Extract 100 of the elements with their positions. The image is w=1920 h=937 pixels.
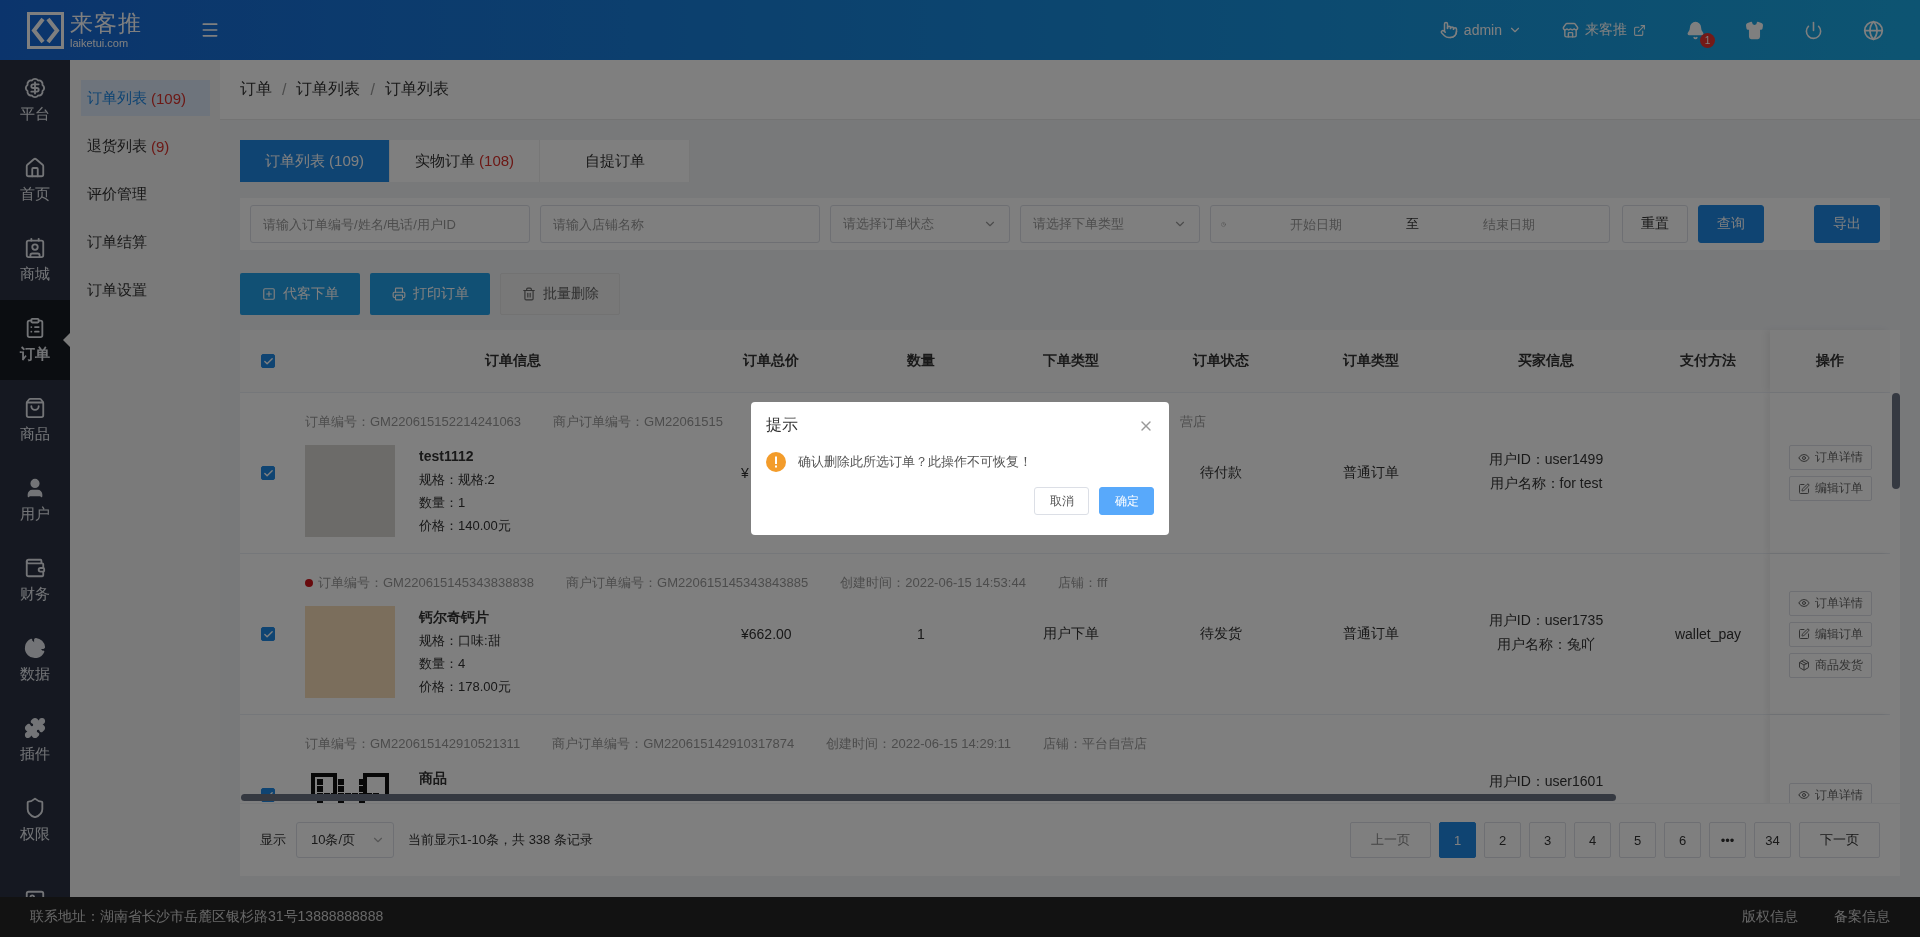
column-header: 订单信息	[483, 351, 542, 370]
power-button[interactable]	[1804, 20, 1823, 40]
contact-address: 联系地址：湖南省长沙市岳麓区银杉路31号13888888888	[30, 908, 384, 926]
logo-subtitle: laiketui.com	[70, 37, 130, 49]
horizontal-scrollbar[interactable]	[241, 794, 1616, 801]
rail-item[interactable]: 商品	[0, 380, 70, 460]
page-button[interactable]: 1	[1439, 822, 1476, 858]
menu-button[interactable]	[200, 20, 220, 40]
page-button[interactable]: 4	[1574, 822, 1611, 858]
column-header: 订单状态	[1191, 351, 1250, 370]
page-button[interactable]: 2	[1484, 822, 1521, 858]
payment-cell-text: wallet_pay	[1673, 626, 1743, 642]
clipboard-icon	[24, 316, 46, 339]
rail-item[interactable]: 权限	[0, 780, 70, 860]
page-size-label: 显示	[260, 831, 286, 849]
dollar-badge-icon	[24, 76, 46, 99]
product-name: 钙尔奇钙片	[419, 608, 490, 627]
quantity-cell-text: 1	[916, 626, 926, 642]
home-icon	[24, 156, 46, 179]
rail-item[interactable]: 平台	[0, 60, 70, 140]
rail-item[interactable]: 用户	[0, 460, 70, 540]
check-icon	[262, 355, 274, 367]
export-button[interactable]: 导出	[1814, 205, 1880, 243]
tab[interactable]: 订单列表 (109)	[240, 140, 390, 182]
page-button[interactable]: 6	[1664, 822, 1701, 858]
submenu-item[interactable]: 评价管理	[81, 176, 210, 212]
action-button[interactable]: 代客下单	[240, 273, 360, 315]
page-button[interactable]: 5	[1619, 822, 1656, 858]
printer-icon	[391, 287, 406, 301]
product-detail: 价格：140.00元	[419, 517, 511, 535]
shield-icon	[24, 796, 46, 819]
rail-item[interactable]: 财务	[0, 540, 70, 620]
order-type-cell-text: 普通订单	[1342, 464, 1400, 482]
rail-item[interactable]: 订单	[0, 300, 70, 380]
shirt-button[interactable]	[1745, 20, 1764, 40]
action-button[interactable]: 批量删除	[500, 273, 620, 315]
records-summary: 当前显示1-10条，共 338 条记录	[408, 831, 593, 849]
language-button[interactable]	[1863, 19, 1884, 41]
search-button[interactable]: 查询	[1698, 205, 1764, 243]
tab[interactable]: 实物订单 (108)	[390, 140, 540, 182]
row-action-button[interactable]: 商品发货	[1788, 652, 1872, 678]
buyer-info: 用户名称：for test	[1489, 475, 1603, 493]
page-button[interactable]: 34	[1754, 822, 1791, 858]
breadcrumb-link[interactable]: 订单列表	[384, 79, 449, 100]
edit-icon	[1797, 628, 1810, 640]
status-cell-text: 待发货	[1199, 625, 1243, 643]
plus-square-icon	[261, 287, 276, 301]
submenu-item[interactable]: 订单列表 (109)	[81, 80, 210, 116]
page-button[interactable]: 3	[1529, 822, 1566, 858]
submenu-item[interactable]: 订单结算	[81, 224, 210, 260]
row-action-button[interactable]: 订单详情	[1788, 590, 1872, 616]
status-cell-text: 待付款	[1199, 464, 1243, 482]
eye-icon	[1797, 789, 1810, 801]
column-header: 订单总价	[741, 351, 800, 370]
product-detail: 数量：1	[419, 494, 467, 512]
checkbox[interactable]	[261, 466, 275, 480]
column-header: 订单类型	[1341, 351, 1400, 370]
tab[interactable]: 自提订单	[540, 140, 690, 182]
reset-button[interactable]: 重置	[1622, 205, 1688, 243]
row-action-button[interactable]: 订单详情	[1788, 445, 1872, 470]
store-link[interactable]: 来客推	[1562, 21, 1646, 39]
page-button[interactable]: •••	[1709, 822, 1746, 858]
breadcrumb-link[interactable]: 订单列表	[296, 79, 361, 100]
rail-item[interactable]: 首页	[0, 140, 70, 220]
pointing-hand-icon	[1439, 21, 1458, 39]
confirm-button[interactable]: 确定	[1099, 487, 1154, 515]
bell-icon	[1686, 20, 1705, 40]
cancel-button[interactable]: 取消	[1034, 487, 1089, 515]
row-action-button[interactable]: 订单详情	[1788, 782, 1872, 803]
footer-link[interactable]: 版权信息	[1742, 908, 1798, 926]
id-card-icon	[24, 236, 46, 259]
buyer-info: 用户ID：user1499	[1488, 451, 1604, 469]
user-menu-button[interactable]: admin	[1439, 21, 1522, 39]
row-action-button[interactable]: 编辑订单	[1788, 621, 1872, 647]
external-link-icon	[1633, 23, 1646, 37]
pie-chart-icon	[24, 636, 46, 659]
logo-icon	[27, 11, 64, 49]
vertical-scrollbar[interactable]	[1892, 393, 1900, 489]
page-size-select[interactable]: 10条/页	[296, 822, 394, 858]
product-detail: 规格：口味:甜	[419, 632, 502, 650]
rail-item[interactable]: 插件	[0, 700, 70, 780]
warning-icon	[766, 452, 786, 472]
action-button[interactable]: 打印订单	[370, 273, 490, 315]
footer-link[interactable]: 备案信息	[1834, 908, 1890, 926]
rail-item[interactable]: 商城	[0, 220, 70, 300]
breadcrumb-link[interactable]: 订单	[240, 79, 272, 100]
submenu-item[interactable]: 订单设置	[81, 272, 210, 308]
breadcrumb-separator: /	[282, 80, 287, 99]
row-action-button[interactable]: 编辑订单	[1788, 476, 1872, 501]
column-header: 操作	[1770, 330, 1890, 392]
product-detail: 规格：规格:2	[419, 471, 496, 489]
submenu-item[interactable]: 退货列表 (9)	[81, 128, 210, 164]
edit-icon	[1797, 482, 1810, 495]
notifications-button[interactable]	[1686, 20, 1705, 40]
product-name: test1112	[419, 447, 475, 466]
dialog-title: 提示	[766, 415, 798, 435]
rail-item[interactable]: 数据	[0, 620, 70, 700]
checkbox[interactable]	[261, 354, 275, 368]
checkbox[interactable]	[261, 627, 275, 641]
globe-icon	[1863, 19, 1884, 41]
